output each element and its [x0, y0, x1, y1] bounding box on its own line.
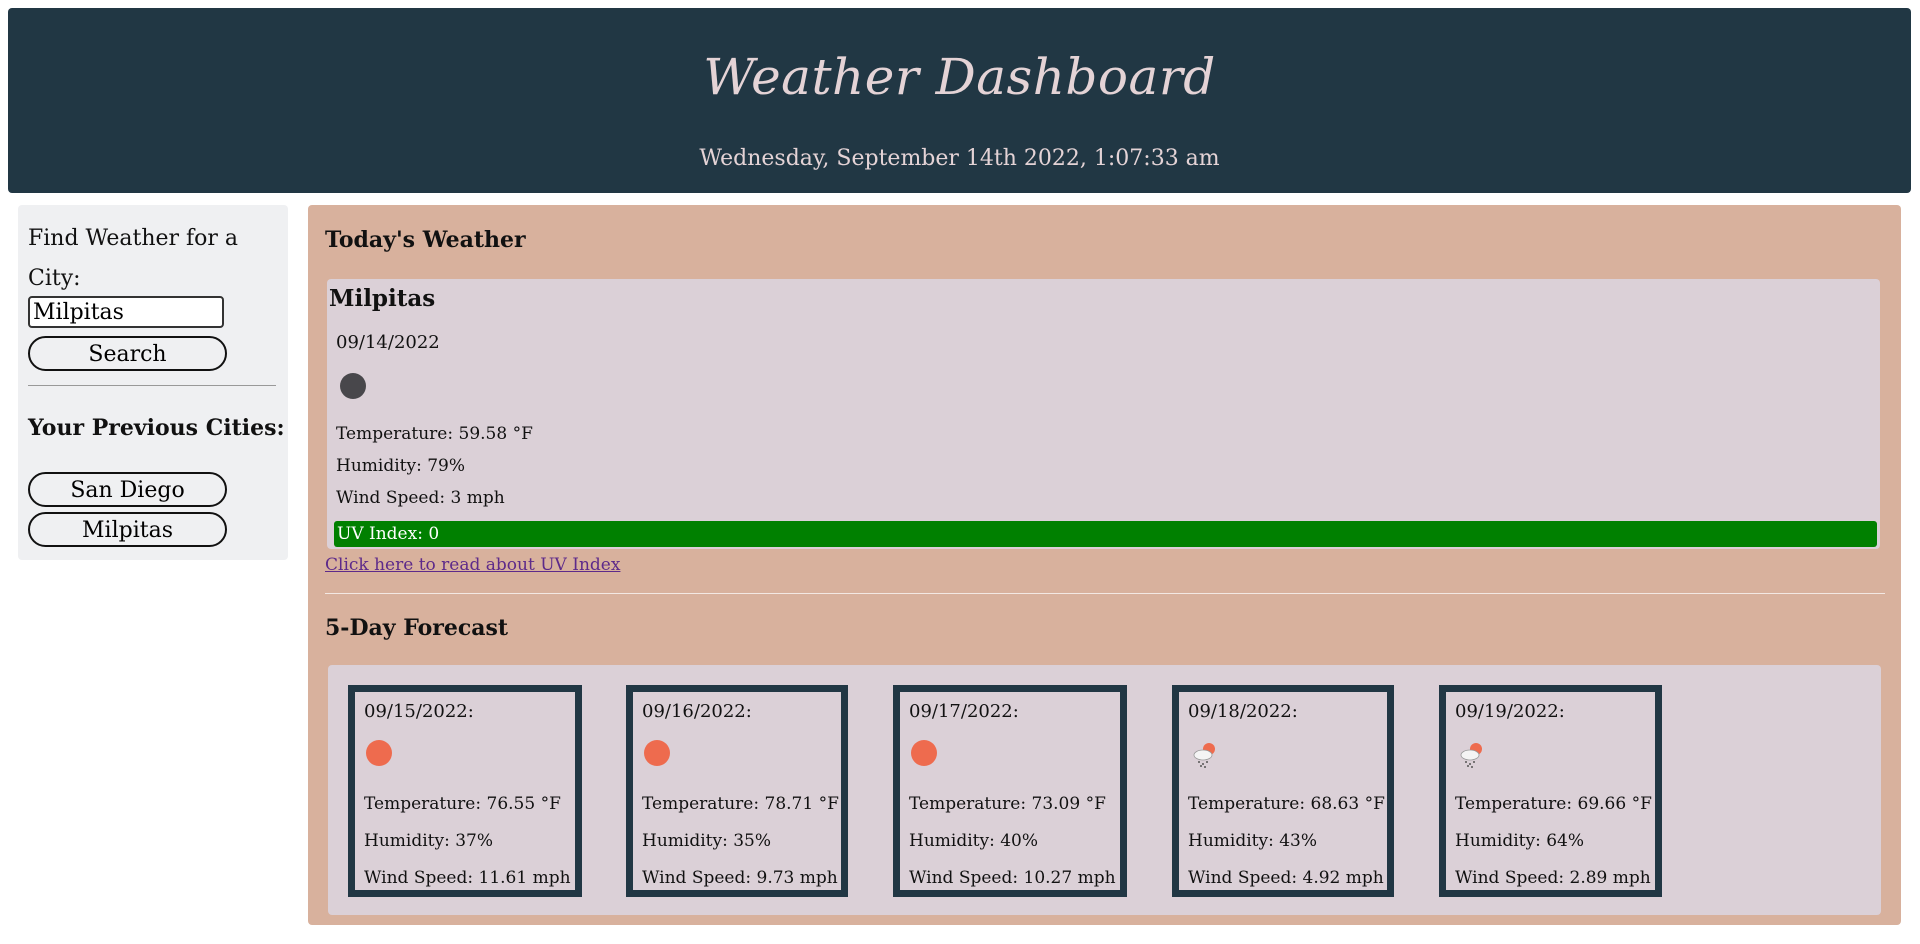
previous-cities-title: Your Previous Cities: — [28, 415, 285, 441]
page-title: Weather Dashboard — [703, 48, 1216, 106]
forecast-card: 09/15/2022: Temperature: 76.55 °F Humidi… — [348, 685, 582, 897]
todays-weather-card: Milpitas 09/14/2022 Temperature: 59.58 °… — [327, 279, 1880, 549]
forecast-container: 09/15/2022: Temperature: 76.55 °F Humidi… — [328, 665, 1881, 915]
forecast-date: 09/17/2022: — [909, 701, 1019, 722]
forecast-wind-speed: Wind Speed: 11.61 mph — [364, 868, 571, 888]
moon-icon — [340, 373, 366, 399]
today-humidity: Humidity: 79% — [336, 456, 466, 476]
sun-rain-cloud-icon — [1193, 743, 1215, 768]
forecast-temperature: Temperature: 78.71 °F — [642, 794, 839, 814]
forecast-card: 09/17/2022: Temperature: 73.09 °F Humidi… — [893, 685, 1127, 897]
forecast-humidity: Humidity: 43% — [1188, 831, 1318, 851]
forecast-date: 09/15/2022: — [364, 701, 474, 722]
forecast-date: 09/16/2022: — [642, 701, 752, 722]
section-divider — [325, 593, 1885, 594]
forecast-card: 09/19/2022: Temperature: 69.66 °F Humidi… — [1439, 685, 1662, 897]
forecast-card: 09/18/2022: Temperature: 68.63 °F Humidi… — [1172, 685, 1394, 897]
forecast-date: 09/18/2022: — [1188, 701, 1298, 722]
forecast-humidity: Humidity: 64% — [1455, 831, 1585, 851]
forecast-title: 5-Day Forecast — [325, 615, 509, 641]
search-sidebar: Find Weather for a City: Search Your Pre… — [18, 205, 288, 560]
city-search-input[interactable] — [28, 296, 224, 328]
forecast-temperature: Temperature: 69.66 °F — [1455, 794, 1652, 814]
sun-rain-cloud-icon — [1460, 743, 1482, 768]
forecast-wind-speed: Wind Speed: 10.27 mph — [909, 868, 1116, 888]
forecast-card: 09/16/2022: Temperature: 78.71 °F Humidi… — [626, 685, 848, 897]
todays-weather-title: Today's Weather — [325, 227, 526, 253]
sun-icon — [911, 740, 937, 766]
find-weather-label: Find Weather for a City: — [28, 226, 239, 291]
forecast-humidity: Humidity: 37% — [364, 831, 494, 851]
uv-index-link[interactable]: Click here to read about UV Index — [325, 555, 620, 575]
today-date: 09/14/2022 — [336, 332, 440, 353]
today-wind-speed: Wind Speed: 3 mph — [336, 488, 505, 508]
city-name: Milpitas — [329, 285, 436, 312]
sidebar-divider — [28, 385, 276, 386]
today-temperature: Temperature: 59.58 °F — [336, 424, 533, 444]
page-header: Weather Dashboard Wednesday, September 1… — [8, 8, 1911, 193]
forecast-temperature: Temperature: 73.09 °F — [909, 794, 1106, 814]
forecast-wind-speed: Wind Speed: 2.89 mph — [1455, 868, 1651, 888]
forecast-humidity: Humidity: 35% — [642, 831, 772, 851]
forecast-wind-speed: Wind Speed: 4.92 mph — [1188, 868, 1384, 888]
forecast-humidity: Humidity: 40% — [909, 831, 1039, 851]
forecast-wind-speed: Wind Speed: 9.73 mph — [642, 868, 838, 888]
forecast-date: 09/19/2022: — [1455, 701, 1565, 722]
sun-icon — [644, 740, 670, 766]
forecast-temperature: Temperature: 76.55 °F — [364, 794, 561, 814]
weather-main: Today's Weather Milpitas 09/14/2022 Temp… — [308, 205, 1901, 925]
search-button[interactable]: Search — [28, 336, 227, 371]
forecast-temperature: Temperature: 68.63 °F — [1188, 794, 1385, 814]
uv-index-badge: UV Index: 0 — [334, 521, 1877, 547]
sun-icon — [366, 740, 392, 766]
previous-city-button[interactable]: Milpitas — [28, 512, 227, 547]
current-datetime: Wednesday, September 14th 2022, 1:07:33 … — [699, 146, 1220, 171]
previous-city-button[interactable]: San Diego — [28, 472, 227, 507]
